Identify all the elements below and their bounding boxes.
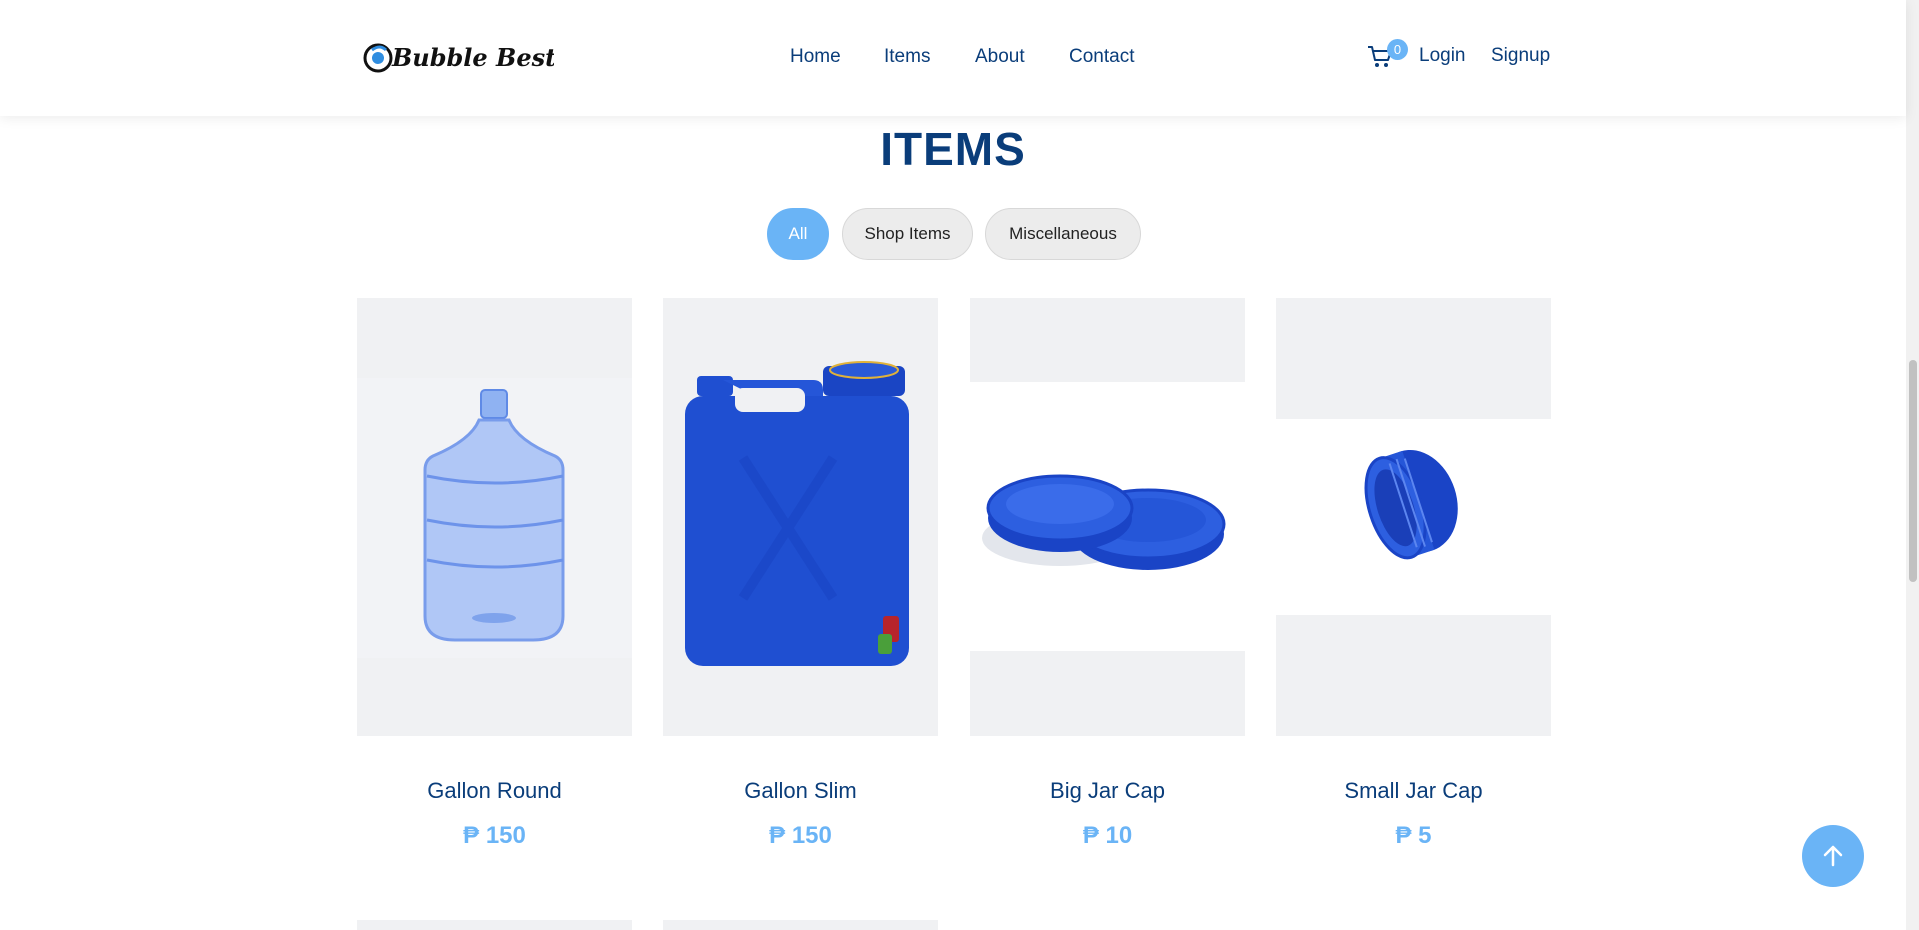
product-card-peek [357, 920, 632, 930]
filter-shop-items[interactable]: Shop Items [842, 208, 973, 260]
product-price: ₱ 10 [1082, 822, 1133, 849]
product-name[interactable]: Gallon Round [357, 778, 632, 804]
scrollbar-thumb[interactable] [1909, 360, 1917, 582]
nav-home[interactable]: Home [790, 46, 841, 68]
product-name[interactable]: Big Jar Cap [970, 778, 1245, 804]
product-card-peek [663, 920, 938, 930]
product-image-gallon-round[interactable] [357, 298, 632, 736]
filter-miscellaneous[interactable]: Miscellaneous [985, 208, 1141, 260]
back-to-top-button[interactable] [1802, 825, 1864, 887]
cart-count-badge: 0 [1387, 39, 1408, 60]
filter-all[interactable]: All [767, 208, 829, 260]
product-price: ₱ 150 [769, 822, 832, 849]
signup-link[interactable]: Signup [1491, 45, 1550, 67]
product-price: ₱ 5 [1395, 822, 1432, 849]
product-name[interactable]: Gallon Slim [663, 778, 938, 804]
login-link[interactable]: Login [1419, 45, 1466, 67]
page-title: ITEMS [880, 123, 1026, 175]
product-image-big-jar-cap[interactable] [970, 298, 1245, 736]
arrow-up-icon [1823, 845, 1843, 867]
nav-items[interactable]: Items [884, 46, 930, 68]
svg-text:Bubble Best: Bubble Best [391, 43, 554, 72]
product-price: ₱ 150 [463, 822, 526, 849]
bubble-best-logo[interactable]: Bubble Best [362, 36, 554, 80]
nav-contact[interactable]: Contact [1069, 46, 1134, 68]
site-header: Bubble Best Home Items About Contact 0 L… [0, 0, 1906, 116]
product-image-small-jar-cap[interactable] [1276, 298, 1551, 736]
product-image-gallon-slim[interactable] [663, 298, 938, 736]
nav-about[interactable]: About [975, 46, 1025, 68]
product-name[interactable]: Small Jar Cap [1276, 778, 1551, 804]
